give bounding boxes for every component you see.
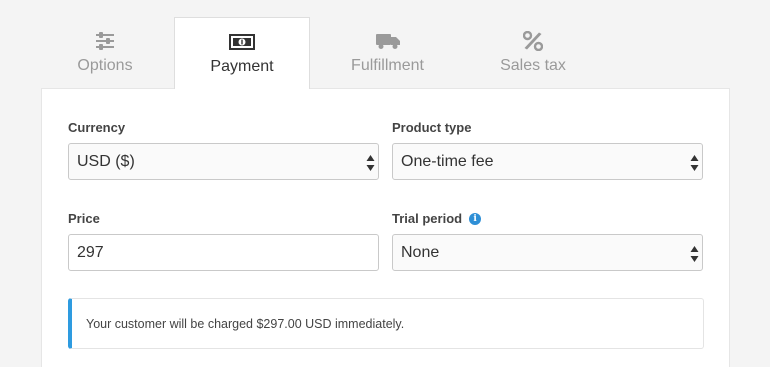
price-input[interactable]: 297	[68, 234, 379, 271]
product-type-value: One-time fee	[401, 152, 494, 170]
trial-period-select[interactable]: None	[392, 234, 703, 271]
sliders-icon	[95, 30, 115, 52]
truck-icon	[375, 30, 400, 52]
charge-notice-text: Your customer will be charged $297.00 US…	[86, 316, 405, 331]
price-label: Price	[68, 211, 100, 226]
currency-select[interactable]: USD ($)	[68, 143, 379, 180]
select-arrows-icon	[690, 154, 699, 172]
product-type-label: Product type	[392, 120, 472, 135]
tab-label: Payment	[210, 58, 274, 75]
percent-icon	[523, 30, 543, 52]
currency-label: Currency	[68, 120, 126, 135]
cash-icon	[229, 31, 255, 53]
tab-label: Options	[77, 57, 133, 74]
currency-value: USD ($)	[77, 152, 135, 170]
tab-payment[interactable]: Payment	[174, 17, 310, 89]
payment-panel: Currency USD ($) Product type One-time f…	[41, 88, 730, 367]
tab-fulfillment[interactable]: Fulfillment	[320, 17, 455, 88]
select-arrows-icon	[366, 154, 375, 172]
charge-notice: Your customer will be charged $297.00 US…	[68, 298, 704, 349]
trial-period-label: Trial period	[392, 211, 463, 226]
tab-options[interactable]: Options	[40, 17, 170, 88]
tab-label: Fulfillment	[351, 57, 424, 74]
select-arrows-icon	[690, 245, 699, 263]
tab-sales-tax[interactable]: Sales tax	[465, 17, 601, 88]
tab-label: Sales tax	[500, 57, 566, 74]
tab-bar: Options Payment Fulfillment Sales tax	[40, 17, 730, 89]
product-type-select[interactable]: One-time fee	[392, 143, 703, 180]
price-value: 297	[77, 243, 104, 261]
trial-period-value: None	[401, 243, 440, 261]
trial-period-label-row: Trial period i	[392, 211, 482, 226]
info-icon[interactable]: i	[469, 212, 482, 225]
